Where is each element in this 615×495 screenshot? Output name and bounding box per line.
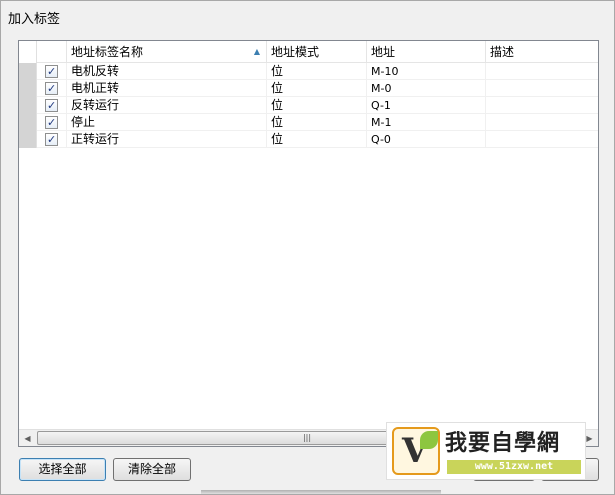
row-description (486, 80, 598, 97)
row-address: Q-1 (367, 97, 486, 114)
row-gutter[interactable] (19, 131, 37, 148)
row-mode: 位 (267, 63, 367, 80)
row-gutter[interactable] (19, 63, 37, 80)
row-description (486, 114, 598, 131)
row-checkbox-cell[interactable]: ✓ (37, 131, 67, 148)
row-mode: 位 (267, 114, 367, 131)
watermark-logo-icon: V (392, 427, 440, 475)
column-header-name-label: 地址标签名称 (71, 45, 144, 59)
watermark-url: www.51zxw.net (447, 460, 581, 474)
sort-ascending-icon: ▲ (253, 47, 260, 56)
column-header-mode[interactable]: 地址模式 (267, 41, 367, 63)
row-checkbox-cell[interactable]: ✓ (37, 63, 67, 80)
row-address: Q-0 (367, 131, 486, 148)
table-row[interactable]: ✓ 正转运行 位 Q-0 (19, 131, 598, 148)
watermark-overlay: V 我要自學網 www.51zxw.net (386, 422, 586, 480)
table-row[interactable]: ✓ 电机正转 位 M-0 (19, 80, 598, 97)
row-address: M-10 (367, 63, 486, 80)
row-name: 反转运行 (67, 97, 267, 114)
row-name: 电机反转 (67, 63, 267, 80)
checkmark-icon: ✓ (47, 116, 57, 129)
taskbar-edge (201, 490, 441, 494)
leaf-icon (420, 431, 438, 449)
column-header-name[interactable]: 地址标签名称 ▲ (67, 41, 267, 63)
tag-table: 地址标签名称 ▲ 地址模式 地址 描述 ✓ 电机反转 位 M-10 ✓ 电机正转… (18, 40, 599, 447)
row-checkbox[interactable]: ✓ (45, 82, 58, 95)
row-mode: 位 (267, 80, 367, 97)
checkmark-icon: ✓ (47, 82, 57, 95)
row-checkbox-cell[interactable]: ✓ (37, 80, 67, 97)
scroll-left-icon[interactable]: ◀ (19, 430, 36, 446)
row-checkbox[interactable]: ✓ (45, 99, 58, 112)
add-tag-dialog: 加入标签 地址标签名称 ▲ 地址模式 地址 描述 ✓ 电机反转 位 M-10 ✓… (0, 0, 615, 495)
row-description (486, 131, 598, 148)
checkmark-icon: ✓ (47, 99, 57, 112)
row-checkbox[interactable]: ✓ (45, 116, 58, 129)
row-description (486, 63, 598, 80)
row-checkbox[interactable]: ✓ (45, 65, 58, 78)
select-all-button[interactable]: 选择全部 (19, 458, 106, 481)
row-gutter[interactable] (19, 97, 37, 114)
header-gutter (19, 41, 37, 63)
row-name: 停止 (67, 114, 267, 131)
checkmark-icon: ✓ (47, 133, 57, 146)
table-row[interactable]: ✓ 电机反转 位 M-10 (19, 63, 598, 80)
table-row[interactable]: ✓ 反转运行 位 Q-1 (19, 97, 598, 114)
column-header-address[interactable]: 地址 (367, 41, 486, 63)
checkmark-icon: ✓ (47, 65, 57, 78)
row-description (486, 97, 598, 114)
row-mode: 位 (267, 131, 367, 148)
clear-all-button[interactable]: 清除全部 (113, 458, 191, 481)
row-checkbox-cell[interactable]: ✓ (37, 114, 67, 131)
table-header: 地址标签名称 ▲ 地址模式 地址 描述 (19, 41, 598, 63)
row-checkbox-cell[interactable]: ✓ (37, 97, 67, 114)
grip-icon: ||| (302, 433, 312, 442)
row-checkbox[interactable]: ✓ (45, 133, 58, 146)
header-check[interactable] (37, 41, 67, 63)
table-row[interactable]: ✓ 停止 位 M-1 (19, 114, 598, 131)
row-gutter[interactable] (19, 114, 37, 131)
table-body: ✓ 电机反转 位 M-10 ✓ 电机正转 位 M-0 ✓ 反转运行 位 Q-1 … (19, 63, 598, 148)
row-gutter[interactable] (19, 80, 37, 97)
row-mode: 位 (267, 97, 367, 114)
row-address: M-0 (367, 80, 486, 97)
row-address: M-1 (367, 114, 486, 131)
watermark-title: 我要自學網 (445, 431, 561, 456)
column-header-description[interactable]: 描述 (486, 41, 598, 63)
row-name: 正转运行 (67, 131, 267, 148)
dialog-title: 加入标签 (8, 12, 61, 27)
row-name: 电机正转 (67, 80, 267, 97)
